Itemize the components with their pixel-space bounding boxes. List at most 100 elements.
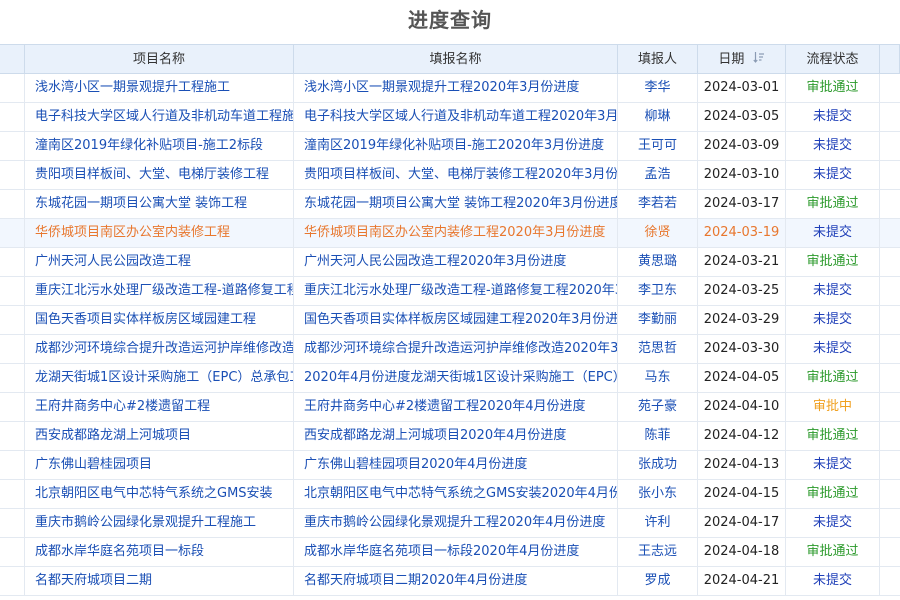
table-row[interactable]: 电子科技大学区域人行道及非机动车道工程施 电子科技大学区域人行道及非机动车道工程2… xyxy=(0,103,900,132)
report-date: 2024-03-30 xyxy=(698,335,786,363)
row-gutter xyxy=(0,103,25,131)
report-name-link[interactable]: 广州天河人民公园改造工程2020年3月份进度 xyxy=(294,248,618,276)
report-name-link[interactable]: 重庆江北污水处理厂级改造工程-道路修复工程2020年3月 xyxy=(294,277,618,305)
project-name-link[interactable]: 重庆市鹅岭公园绿化景观提升工程施工 xyxy=(25,509,294,537)
status-text: 未提交 xyxy=(786,132,880,160)
project-name-link[interactable]: 电子科技大学区域人行道及非机动车道工程施 xyxy=(25,103,294,131)
project-name-link[interactable]: 广州天河人民公园改造工程 xyxy=(25,248,294,276)
report-date: 2024-04-21 xyxy=(698,567,786,595)
project-name-link[interactable]: 北京朝阳区电气中芯特气系统之GMS安装 xyxy=(25,480,294,508)
table-row[interactable]: 成都沙河环境综合提升改造运河护岸维修改造 成都沙河环境综合提升改造运河护岸维修改造… xyxy=(0,335,900,364)
row-gutter xyxy=(0,277,25,305)
table-body: 浅水湾小区一期景观提升工程施工 浅水湾小区一期景观提升工程2020年3月份进度 李华… xyxy=(0,74,900,596)
table-row[interactable]: 重庆江北污水处理厂级改造工程-道路修复工程 重庆江北污水处理厂级改造工程-道路修复… xyxy=(0,277,900,306)
row-gutter xyxy=(0,364,25,392)
status-text: 未提交 xyxy=(786,509,880,537)
table-row[interactable]: 北京朝阳区电气中芯特气系统之GMS安装 北京朝阳区电气中芯特气系统之GMS安装20… xyxy=(0,480,900,509)
table-row[interactable]: 国色天香项目实体样板房区域园建工程 国色天香项目实体样板房区域园建工程2020年3… xyxy=(0,306,900,335)
project-name-link[interactable]: 西安成都路龙湖上河城项目 xyxy=(25,422,294,450)
report-date: 2024-03-05 xyxy=(698,103,786,131)
project-name-link[interactable]: 贵阳项目样板间、大堂、电梯厅装修工程 xyxy=(25,161,294,189)
row-gutter xyxy=(0,567,25,595)
reporter-name: 李勤丽 xyxy=(618,306,698,334)
project-name-link[interactable]: 龙湖天街城1区设计采购施工（EPC）总承包工 xyxy=(25,364,294,392)
table-row[interactable]: 名都天府城项目二期 名都天府城项目二期2020年4月份进度 罗成 2024-04-21… xyxy=(0,567,900,596)
report-name-link[interactable]: 广东佛山碧桂园项目2020年4月份进度 xyxy=(294,451,618,479)
row-gutter xyxy=(0,538,25,566)
report-name-link[interactable]: 成都沙河环境综合提升改造运河护岸维修改造2020年3月 xyxy=(294,335,618,363)
report-name-link[interactable]: 重庆市鹅岭公园绿化景观提升工程2020年4月份进度 xyxy=(294,509,618,537)
column-header-report[interactable]: 填报名称 xyxy=(294,45,618,73)
project-name-link[interactable]: 王府井商务中心#2楼遗留工程 xyxy=(25,393,294,421)
report-name-link[interactable]: 西安成都路龙湖上河城项目2020年4月份进度 xyxy=(294,422,618,450)
table-row[interactable]: 东城花园一期项目公寓大堂 装饰工程 东城花园一期项目公寓大堂 装饰工程2020年3… xyxy=(0,190,900,219)
report-name-link[interactable]: 浅水湾小区一期景观提升工程2020年3月份进度 xyxy=(294,74,618,102)
report-name-link[interactable]: 贵阳项目样板间、大堂、电梯厅装修工程2020年3月份 xyxy=(294,161,618,189)
status-text: 未提交 xyxy=(786,451,880,479)
project-name-link[interactable]: 成都水岸华庭名苑项目一标段 xyxy=(25,538,294,566)
report-name-link[interactable]: 名都天府城项目二期2020年4月份进度 xyxy=(294,567,618,595)
column-header-status[interactable]: 流程状态 xyxy=(786,45,880,73)
column-header-reporter[interactable]: 填报人 xyxy=(618,45,698,73)
row-gutter xyxy=(0,132,25,160)
status-text: 审批通过 xyxy=(786,422,880,450)
column-header-project[interactable]: 项目名称 xyxy=(25,45,294,73)
table-row[interactable]: 王府井商务中心#2楼遗留工程 王府井商务中心#2楼遗留工程2020年4月份进度 苑子… xyxy=(0,393,900,422)
project-name-link[interactable]: 华侨城项目南区办公室内装修工程 xyxy=(25,219,294,247)
report-date: 2024-03-09 xyxy=(698,132,786,160)
row-gutter-right xyxy=(880,190,900,218)
report-name-link[interactable]: 王府井商务中心#2楼遗留工程2020年4月份进度 xyxy=(294,393,618,421)
table-row[interactable]: 潼南区2019年绿化补贴项目-施工2标段 潼南区2019年绿化补贴项目-施工202… xyxy=(0,132,900,161)
row-gutter-right xyxy=(880,393,900,421)
project-name-link[interactable]: 成都沙河环境综合提升改造运河护岸维修改造 xyxy=(25,335,294,363)
report-date: 2024-03-21 xyxy=(698,248,786,276)
report-date: 2024-03-25 xyxy=(698,277,786,305)
page-title: 进度查询 xyxy=(408,8,492,32)
report-date: 2024-03-01 xyxy=(698,74,786,102)
status-text: 未提交 xyxy=(786,277,880,305)
table-row[interactable]: 浅水湾小区一期景观提升工程施工 浅水湾小区一期景观提升工程2020年3月份进度 李华… xyxy=(0,74,900,103)
row-gutter-right xyxy=(880,132,900,160)
table-row[interactable]: 贵阳项目样板间、大堂、电梯厅装修工程 贵阳项目样板间、大堂、电梯厅装修工程2020… xyxy=(0,161,900,190)
report-date: 2024-04-15 xyxy=(698,480,786,508)
report-name-link[interactable]: 华侨城项目南区办公室内装修工程2020年3月份进度 xyxy=(294,219,618,247)
report-name-link[interactable]: 成都水岸华庭名苑项目一标段2020年4月份进度 xyxy=(294,538,618,566)
status-text: 审批中 xyxy=(786,393,880,421)
project-name-link[interactable]: 浅水湾小区一期景观提升工程施工 xyxy=(25,74,294,102)
table-row[interactable]: 龙湖天街城1区设计采购施工（EPC）总承包工 2020年4月份进度龙湖天街城1区设… xyxy=(0,364,900,393)
status-text: 未提交 xyxy=(786,219,880,247)
project-name-link[interactable]: 广东佛山碧桂园项目 xyxy=(25,451,294,479)
report-date: 2024-04-13 xyxy=(698,451,786,479)
table-row[interactable]: 成都水岸华庭名苑项目一标段 成都水岸华庭名苑项目一标段2020年4月份进度 王志远 2… xyxy=(0,538,900,567)
column-header-date[interactable]: 日期 xyxy=(698,45,786,73)
project-name-link[interactable]: 重庆江北污水处理厂级改造工程-道路修复工程 xyxy=(25,277,294,305)
reporter-name: 李若若 xyxy=(618,190,698,218)
table-row[interactable]: 重庆市鹅岭公园绿化景观提升工程施工 重庆市鹅岭公园绿化景观提升工程2020年4月份… xyxy=(0,509,900,538)
status-text: 审批通过 xyxy=(786,480,880,508)
project-name-link[interactable]: 国色天香项目实体样板房区域园建工程 xyxy=(25,306,294,334)
project-name-link[interactable]: 名都天府城项目二期 xyxy=(25,567,294,595)
row-gutter-right xyxy=(880,248,900,276)
reporter-name: 黄思璐 xyxy=(618,248,698,276)
row-gutter xyxy=(0,393,25,421)
report-name-link[interactable]: 电子科技大学区域人行道及非机动车道工程2020年3月份 xyxy=(294,103,618,131)
project-name-link[interactable]: 东城花园一期项目公寓大堂 装饰工程 xyxy=(25,190,294,218)
report-name-link[interactable]: 北京朝阳区电气中芯特气系统之GMS安装2020年4月份 xyxy=(294,480,618,508)
table-row[interactable]: 西安成都路龙湖上河城项目 西安成都路龙湖上河城项目2020年4月份进度 陈菲 2024… xyxy=(0,422,900,451)
row-gutter-right xyxy=(880,306,900,334)
report-name-link[interactable]: 东城花园一期项目公寓大堂 装饰工程2020年3月份进度 xyxy=(294,190,618,218)
row-gutter-right xyxy=(880,567,900,595)
report-name-link[interactable]: 潼南区2019年绿化补贴项目-施工2020年3月份进度 xyxy=(294,132,618,160)
status-text: 未提交 xyxy=(786,161,880,189)
table-row[interactable]: 广东佛山碧桂园项目 广东佛山碧桂园项目2020年4月份进度 张成功 2024-04-1… xyxy=(0,451,900,480)
sort-icon[interactable] xyxy=(752,45,765,73)
table-row[interactable]: 华侨城项目南区办公室内装修工程 华侨城项目南区办公室内装修工程2020年3月份进度… xyxy=(0,219,900,248)
table-row[interactable]: 广州天河人民公园改造工程 广州天河人民公园改造工程2020年3月份进度 黄思璐 202… xyxy=(0,248,900,277)
project-name-link[interactable]: 潼南区2019年绿化补贴项目-施工2标段 xyxy=(25,132,294,160)
report-name-link[interactable]: 国色天香项目实体样板房区域园建工程2020年3月份进 xyxy=(294,306,618,334)
row-gutter-right xyxy=(880,161,900,189)
reporter-name: 徐贤 xyxy=(618,219,698,247)
reporter-name: 许利 xyxy=(618,509,698,537)
report-name-link[interactable]: 2020年4月份进度龙湖天街城1区设计采购施工（EPC） xyxy=(294,364,618,392)
row-gutter-right xyxy=(880,422,900,450)
